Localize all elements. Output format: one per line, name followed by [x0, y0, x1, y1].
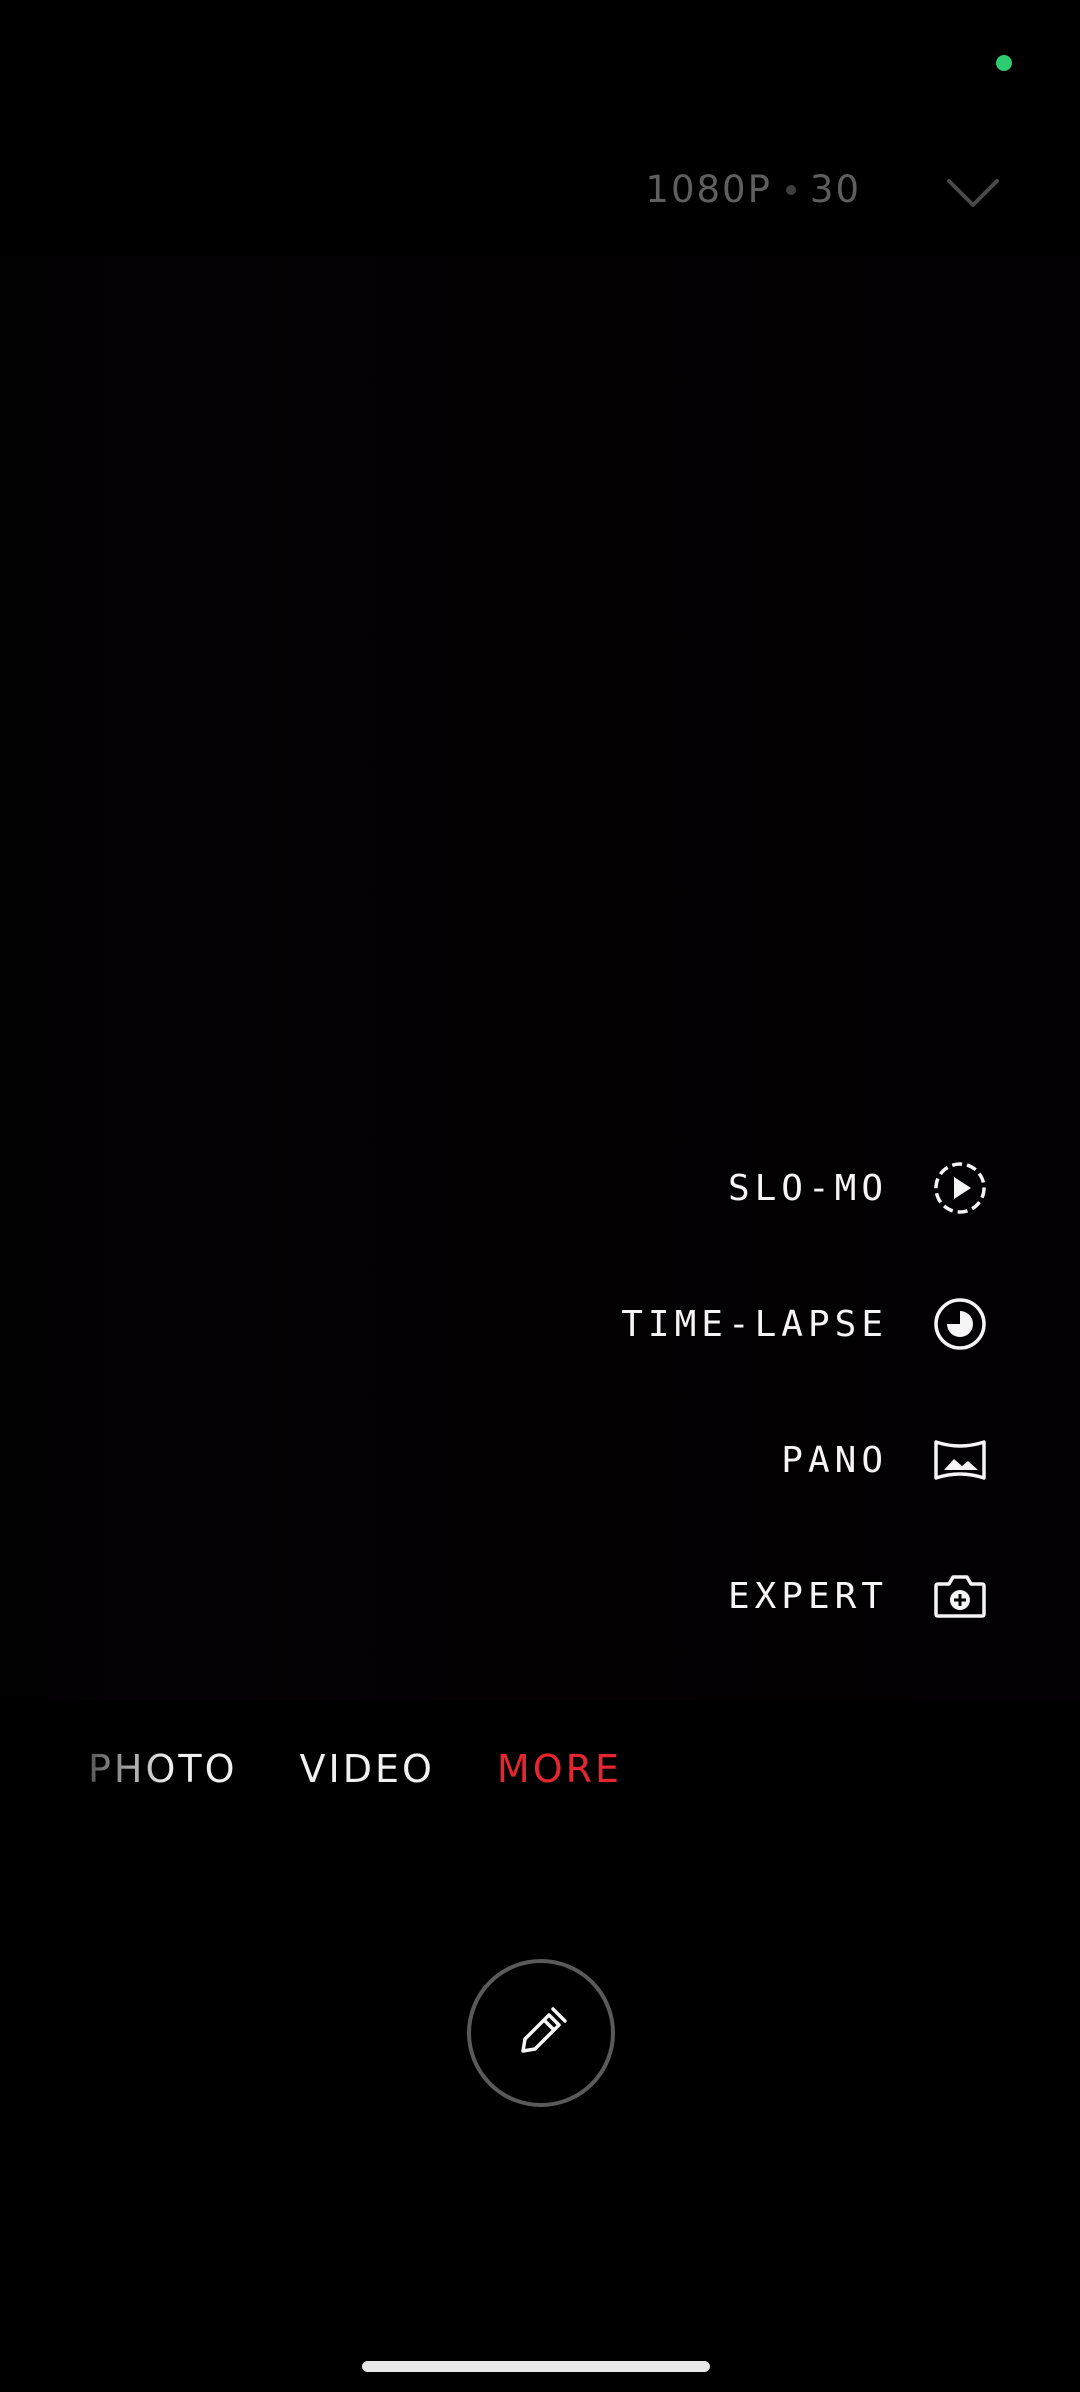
menu-item-label: EXPERT: [727, 1575, 888, 1617]
slo-mo-icon: [934, 1162, 986, 1214]
expert-camera-icon: [934, 1575, 986, 1618]
mic-indicator-dot: [996, 55, 1012, 71]
mode-tabs: PHOTO VIDEO MORE: [88, 1747, 622, 1791]
tab-more[interactable]: MORE: [497, 1747, 622, 1791]
menu-item-expert[interactable]: EXPERT: [728, 1566, 988, 1626]
shutter-button[interactable]: [467, 1959, 615, 2107]
menu-item-time-lapse[interactable]: TIME-LAPSE: [621, 1294, 988, 1354]
home-indicator[interactable]: [362, 2361, 710, 2372]
menu-item-pano[interactable]: PANO: [781, 1430, 988, 1490]
menu-item-slo-mo[interactable]: SLO-MO: [728, 1158, 988, 1218]
menu-item-label: TIME-LAPSE: [621, 1303, 888, 1345]
pano-icon: [934, 1440, 986, 1480]
time-lapse-icon: [934, 1298, 986, 1350]
chevron-down-icon[interactable]: [945, 175, 1001, 211]
resolution-label: 1080P: [645, 168, 772, 211]
tab-video[interactable]: VIDEO: [300, 1747, 435, 1791]
tab-photo[interactable]: PHOTO: [88, 1747, 238, 1791]
pencil-icon: [521, 2007, 567, 2053]
separator-dot: [785, 184, 796, 195]
menu-item-label: SLO-MO: [727, 1167, 888, 1209]
resolution-framerate-selector[interactable]: 1080P 30: [645, 168, 861, 211]
camera-screen: 1080P 30 SLO-MO TIME-LAPSE PANO EXPERT P…: [0, 0, 1080, 2392]
frame-rate-label: 30: [809, 168, 861, 211]
menu-item-label: PANO: [781, 1439, 888, 1481]
